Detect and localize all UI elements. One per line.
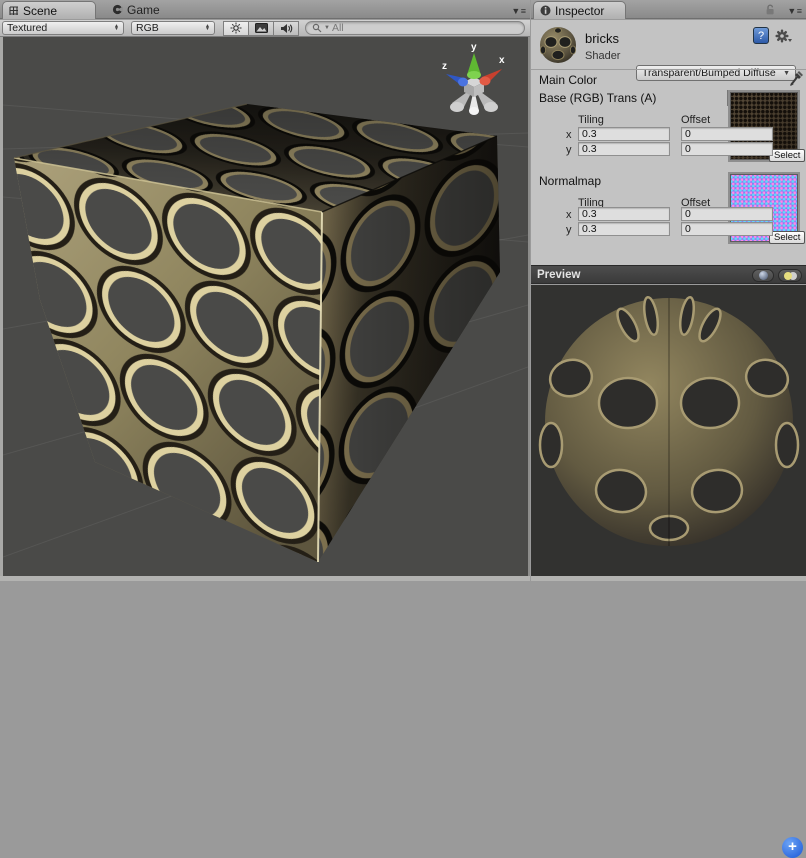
info-icon: [540, 5, 551, 16]
x-row-label: x: [566, 129, 572, 141]
material-preview-icon: [538, 25, 578, 65]
base-offset-y-field[interactable]: 0: [681, 142, 773, 156]
updown-arrows-icon: ▲▼: [205, 25, 210, 31]
sun-icon: [230, 22, 242, 34]
inspector-panel-menu-icon[interactable]: ▼ ≡: [787, 7, 801, 16]
updown-arrows-icon: ▲▼: [114, 25, 119, 31]
inspector-panel: Inspector ▼ ≡ bricks Shader: [531, 0, 806, 581]
tab-scene-label: Scene: [23, 4, 57, 18]
gizmo-x-label: x: [499, 55, 505, 66]
panel-border: [528, 37, 530, 576]
scene-grid-icon: [9, 6, 19, 16]
base-offset-x-field[interactable]: 0: [681, 127, 773, 141]
tab-game[interactable]: Game: [112, 0, 160, 19]
gizmo-z-axis[interactable]: [446, 74, 468, 87]
y-row-label: y: [566, 224, 572, 236]
color-channel-dropdown[interactable]: RGB ▲▼: [131, 21, 215, 35]
preview-sphere: [531, 285, 806, 576]
preview-light-button[interactable]: [778, 269, 802, 282]
gizmo-x-axis[interactable]: [480, 69, 503, 86]
render-mode-value: Textured: [7, 22, 47, 34]
scene-panel: Scene Game ▼ ≡ Textured ▲▼ RGB ▲▼: [0, 0, 530, 581]
normal-tiling-y-field[interactable]: 0.3: [578, 222, 670, 236]
tab-inspector[interactable]: Inspector: [533, 1, 626, 19]
base-tiling-y-field[interactable]: 0.3: [578, 142, 670, 156]
panel-border: [531, 576, 806, 581]
base-select-button[interactable]: Select: [769, 149, 805, 162]
normal-select-button[interactable]: Select: [769, 231, 805, 244]
image-icon: [255, 23, 268, 33]
normal-map-label: Normalmap: [539, 174, 601, 188]
offset-header: Offset: [681, 114, 710, 126]
base-map-label: Base (RGB) Trans (A): [539, 91, 656, 105]
search-icon: [312, 23, 322, 33]
scene-fx-toggle[interactable]: [248, 21, 274, 36]
shader-dropdown[interactable]: Transparent/Bumped Diffuse ▼: [636, 65, 796, 81]
game-icon: [112, 4, 123, 15]
shader-label: Shader: [585, 50, 620, 62]
search-value: All: [332, 22, 344, 34]
eyedropper-icon[interactable]: [789, 70, 804, 87]
base-tiling-x-field[interactable]: 0.3: [578, 127, 670, 141]
light-on-icon: [784, 272, 792, 280]
scene-viewport[interactable]: y x z: [3, 37, 528, 576]
preview-header[interactable]: Preview: [531, 265, 806, 284]
tab-game-label: Game: [127, 3, 160, 17]
axis-gizmo[interactable]: y x z: [436, 41, 512, 119]
material-preview-area[interactable]: +: [531, 285, 806, 576]
x-row-label: x: [566, 209, 572, 221]
scene-toolbar: Textured ▲▼ RGB ▲▼: [0, 20, 530, 37]
brick-cube-object[interactable]: [14, 104, 500, 562]
lock-icon[interactable]: [764, 4, 776, 16]
help-icon[interactable]: ?: [753, 27, 769, 44]
render-mode-dropdown[interactable]: Textured ▲▼: [2, 21, 124, 35]
normal-tiling-x-field[interactable]: 0.3: [578, 207, 670, 221]
inspector-tabbar: Inspector ▼ ≡: [531, 0, 806, 19]
scene-panel-menu-icon[interactable]: ▼ ≡: [511, 7, 525, 16]
main-color-label: Main Color: [539, 73, 597, 87]
normal-offset-y-field[interactable]: 0: [681, 222, 773, 236]
normal-offset-x-field[interactable]: 0: [681, 207, 773, 221]
gizmo-y-axis[interactable]: [467, 53, 481, 79]
divider: [531, 69, 806, 70]
color-channel-value: RGB: [136, 22, 159, 34]
material-inspector: bricks Shader Transparent/Bumped Diffuse…: [531, 20, 806, 265]
scene-tabbar: Scene Game ▼ ≡: [0, 0, 530, 19]
gizmo-z-label: z: [442, 61, 447, 72]
preview-mesh-button[interactable]: [752, 269, 774, 282]
scene-search-field[interactable]: ▼ All: [305, 21, 525, 35]
speaker-icon: [280, 23, 293, 34]
tab-inspector-label: Inspector: [555, 4, 604, 18]
material-name: bricks: [585, 31, 619, 46]
add-button[interactable]: +: [782, 837, 803, 858]
sphere-icon: [759, 271, 768, 280]
panel-border: [0, 576, 530, 581]
scene-lighting-toggle[interactable]: [223, 21, 249, 36]
tiling-header: Tiling: [578, 114, 604, 126]
preview-title: Preview: [537, 269, 580, 281]
search-filter-arrow-icon[interactable]: ▼: [324, 25, 330, 31]
scene-audio-toggle[interactable]: [273, 21, 299, 36]
tab-scene[interactable]: Scene: [2, 1, 96, 19]
panel-border: [0, 37, 3, 576]
gizmo-y-label: y: [471, 42, 477, 53]
y-row-label: y: [566, 144, 572, 156]
gear-menu-icon[interactable]: [775, 28, 793, 44]
